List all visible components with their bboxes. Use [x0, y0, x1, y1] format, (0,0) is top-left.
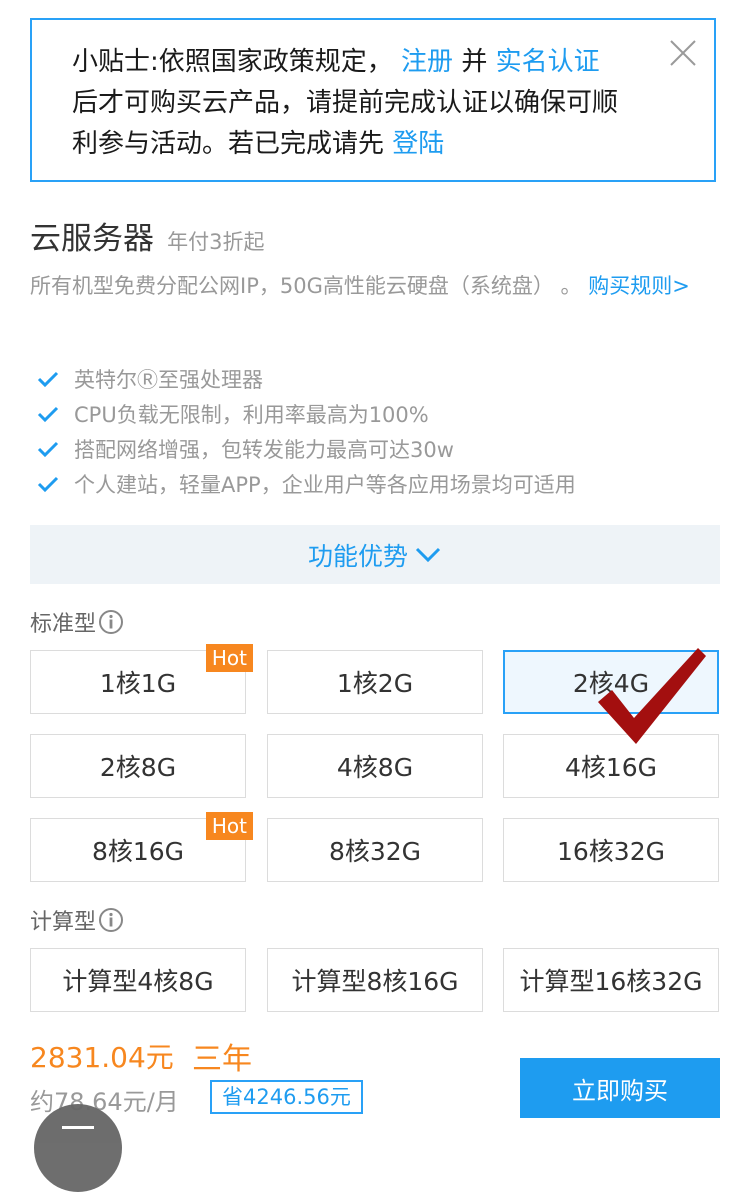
check-icon [37, 406, 59, 422]
product-title-row: 云服务器 年付3折起 [30, 213, 265, 257]
product-subtitle: 年付3折起 [167, 230, 265, 254]
feature-item: 搭配网络增强，包转发能力最高可达30w [36, 431, 726, 466]
tip-and: 并 [461, 47, 488, 77]
option-8c32g[interactable]: 8核32G [267, 818, 483, 882]
floating-menu-button[interactable] [34, 1104, 122, 1192]
feature-list: 英特尔Ⓡ至强处理器 CPU负载无限制，利用率最高为100% 搭配网络增强，包转发… [36, 361, 726, 501]
chevron-down-icon [415, 547, 441, 562]
check-icon [37, 441, 59, 457]
product-title: 云服务器 [30, 221, 154, 257]
check-icon [37, 371, 59, 387]
info-icon[interactable] [98, 609, 124, 635]
policy-tip-text: 小贴士:依照国家政策规定， 注册 并 实名认证 后才可购买云产品，请提前完成认证… [72, 42, 632, 165]
buy-now-button[interactable]: 立即购买 [520, 1058, 720, 1118]
compute-section-label: 计算型 [30, 905, 124, 935]
option-4c8g[interactable]: 4核8G [267, 734, 483, 798]
tip-mid: 后才可购买云产品，请提前完成认证以确保可顺利参与活动。若已完成请先 [72, 88, 619, 159]
info-icon[interactable] [98, 907, 124, 933]
tip-prefix: 小贴士:依照国家政策规定， [72, 47, 393, 77]
feature-item: 英特尔Ⓡ至强处理器 [36, 361, 726, 396]
register-link[interactable]: 注册 [401, 47, 453, 77]
close-icon[interactable] [668, 38, 698, 68]
option-16c32g[interactable]: 16核32G [503, 818, 719, 882]
product-description: 所有机型免费分配公网IP，50G高性能云硬盘（系统盘） 。 购买规则> [30, 274, 690, 298]
option-1c2g[interactable]: 1核2G [267, 650, 483, 714]
price-term: 三年 [192, 1042, 252, 1077]
hot-badge: Hot [205, 812, 253, 840]
standard-section-label: 标准型 [30, 607, 124, 637]
option-1c1g[interactable]: 1核1G Hot [30, 644, 253, 714]
realname-link[interactable]: 实名认证 [496, 47, 600, 77]
option-8c16g[interactable]: 8核16G Hot [30, 812, 253, 882]
login-link[interactable]: 登陆 [392, 129, 444, 159]
feature-item: 个人建站，轻量APP，企业用户等各应用场景均可适用 [36, 466, 726, 501]
option-compute-8c16g[interactable]: 计算型8核16G [267, 948, 483, 1012]
advantages-toggle[interactable]: 功能优势 [30, 525, 720, 584]
saving-badge: 省4246.56元 [210, 1080, 363, 1114]
purchase-rules-link[interactable]: 购买规则> [588, 274, 690, 298]
option-compute-16c32g[interactable]: 计算型16核32G [503, 948, 719, 1012]
check-icon [37, 476, 59, 492]
menu-icon [62, 1126, 94, 1129]
option-compute-4c8g[interactable]: 计算型4核8G [30, 948, 246, 1012]
hot-badge: Hot [205, 644, 253, 672]
total-price: 2831.04元 [30, 1041, 174, 1074]
red-checkmark-icon [598, 648, 706, 744]
option-2c8g[interactable]: 2核8G [30, 734, 246, 798]
advantages-label: 功能优势 [307, 541, 408, 571]
feature-item: CPU负载无限制，利用率最高为100% [36, 396, 726, 431]
policy-tip-box: 小贴士:依照国家政策规定， 注册 并 实名认证 后才可购买云产品，请提前完成认证… [30, 18, 716, 182]
